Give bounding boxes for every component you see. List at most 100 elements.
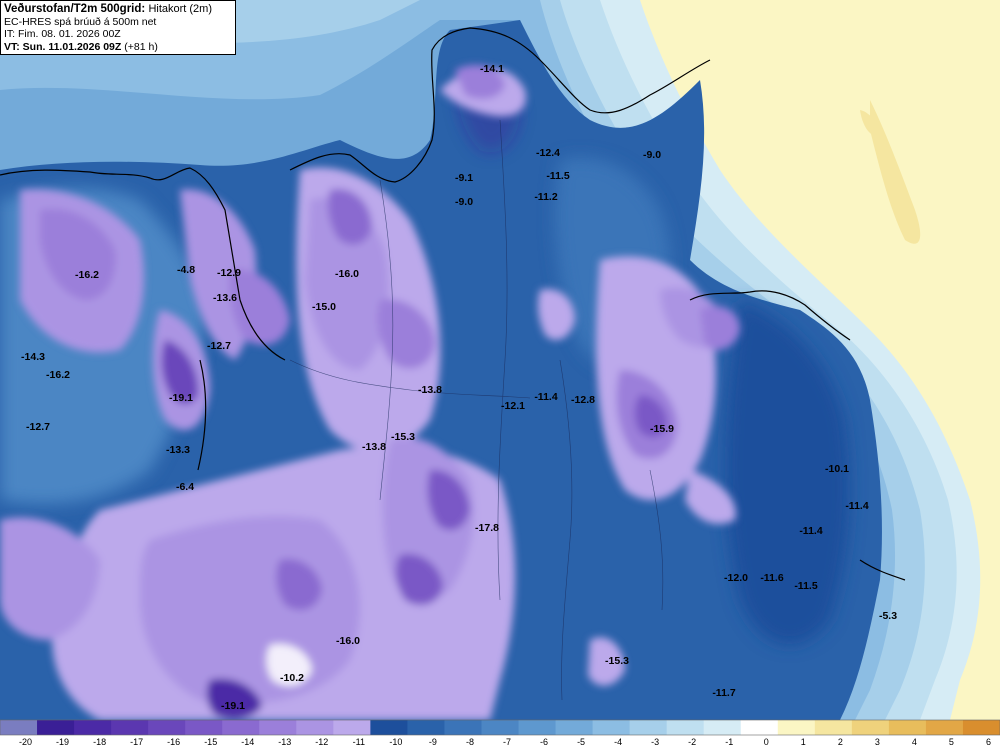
temperature-value-label: -12.7 <box>26 421 50 433</box>
colorbar-tick-label: -15 <box>204 737 217 747</box>
temperature-map: -20 -19 -18 -17 -16 -15 -14 -13 -12 -11 -10 -9 -8 -7-… <box>0 0 1000 747</box>
colorbar-tick-label: -5 <box>577 737 585 747</box>
temperature-value-label: -5.3 <box>879 610 897 622</box>
colorbar-swatch <box>444 720 482 735</box>
colorbar-swatch <box>296 720 334 735</box>
temperature-value-label: -11.7 <box>712 687 736 699</box>
colorbar-swatch <box>333 720 371 735</box>
temperature-value-label: -4.8 <box>177 264 195 276</box>
colorbar-tick-label: 1 <box>801 737 806 747</box>
temperature-value-label: -11.2 <box>534 191 558 203</box>
colorbar-tick-label: 3 <box>875 737 880 747</box>
colorbar-tick-label: -4 <box>614 737 622 747</box>
colorbar-swatch <box>481 720 520 735</box>
colorbar-swatch <box>555 720 594 735</box>
temperature-value-label: -15.9 <box>650 423 674 435</box>
temperature-value-label: -13.6 <box>213 292 237 304</box>
temperature-value-label: -16.2 <box>46 369 70 381</box>
colorbar-tick-label: 4 <box>912 737 917 747</box>
temperature-value-label: -14.3 <box>21 351 45 363</box>
colorbar-swatch <box>74 720 112 735</box>
temperature-value-label: -13.8 <box>362 441 386 453</box>
colorbar-tick-label: 6 <box>986 737 991 747</box>
temperature-value-label: -12.1 <box>501 400 525 412</box>
temperature-value-label: -13.3 <box>166 444 190 456</box>
temperature-value-label: -17.8 <box>475 522 499 534</box>
temperature-value-label: -15.0 <box>312 301 336 313</box>
colorbar-tick-label: -6 <box>540 737 548 747</box>
colorbar <box>0 719 1000 736</box>
temperature-value-label: -9.0 <box>643 149 661 161</box>
temperature-value-label: -14.1 <box>480 63 504 75</box>
forecast-hour: (+81 h) <box>124 40 158 53</box>
colorbar-tick-label: 5 <box>949 737 954 747</box>
temperature-value-label: -11.5 <box>546 170 570 182</box>
temperature-value-label: -12.8 <box>571 394 595 406</box>
model-line: EC-HRES spá brúuð á 500m net <box>4 15 157 28</box>
colorbar-swatch <box>111 720 149 735</box>
temperature-value-label: -9.1 <box>455 172 473 184</box>
colorbar-swatch <box>925 720 964 735</box>
colorbar-tick-label: -13 <box>278 737 291 747</box>
colorbar-swatch <box>777 720 816 735</box>
colorbar-tick-label: -16 <box>167 737 180 747</box>
colorbar-tick-label: -14 <box>241 737 254 747</box>
map-title-suffix: Hitakort (2m) <box>148 3 212 15</box>
colorbar-swatch <box>407 720 445 735</box>
temperature-value-label: -12.4 <box>536 147 560 159</box>
colorbar-tick-label: -9 <box>429 737 437 747</box>
colorbar-swatch <box>888 720 927 735</box>
colorbar-swatch <box>518 720 557 735</box>
init-time: IT: Fim. 08. 01. 2026 00Z <box>4 28 121 40</box>
weather-map-viewer: -20 -19 -18 -17 -16 -15 -14 -13 -12 -11 -10 -9 -8 -7-… <box>0 0 1000 748</box>
temperature-value-label: -15.3 <box>605 655 629 667</box>
temperature-value-label: -19.1 <box>221 700 245 712</box>
colorbar-tick-label: -19 <box>56 737 69 747</box>
valid-time: VT: Sun. 11.01.2026 09Z (+81 h) <box>4 41 232 54</box>
colorbar-tick-label: 2 <box>838 737 843 747</box>
colorbar-swatch <box>629 720 668 735</box>
map-title: Veðurstofan/T2m 500grid: Hitakort (2m) <box>4 3 232 16</box>
colorbar-ticks: -20 -19 -18 -17 -16 -15 -14 -13 -12 -11 -10 -9 -8 -7-… <box>19 737 991 747</box>
temperature-value-label: -13.8 <box>418 384 442 396</box>
temperature-value-label: -11.6 <box>760 572 784 584</box>
colorbar-swatch <box>666 720 705 735</box>
colorbar-swatch <box>148 720 186 735</box>
colorbar-tick-label: -11 <box>353 737 365 747</box>
colorbar-tick-label: -10 <box>389 737 402 747</box>
colorbar-swatch <box>0 720 38 735</box>
map-title-main: Veðurstofan/T2m 500grid: <box>4 3 146 15</box>
colorbar-swatch <box>259 720 297 735</box>
temperature-value-label: -6.4 <box>176 481 194 493</box>
temperature-value-label: -12.9 <box>217 267 241 279</box>
temperature-value-label: -12.0 <box>724 572 748 584</box>
colorbar-tick-label: 0 <box>764 737 769 747</box>
colorbar-swatch <box>703 720 742 735</box>
temperature-value-label: -15.3 <box>391 431 415 443</box>
temperature-value-label: -10.2 <box>280 672 304 684</box>
colorbar-tick-label: -12 <box>315 737 328 747</box>
colorbar-tick-label: -7 <box>503 737 511 747</box>
temperature-value-label: -11.4 <box>534 391 558 403</box>
colorbar-tick-label: -1 <box>725 737 733 747</box>
temperature-value-label: -16.0 <box>336 635 360 647</box>
temperature-value-label: -19.1 <box>169 392 193 404</box>
valid-time-main: VT: Sun. 11.01.2026 09Z <box>4 40 122 53</box>
colorbar-swatch <box>370 720 408 735</box>
colorbar-tick-label: -2 <box>688 737 696 747</box>
colorbar-swatch <box>962 720 1000 735</box>
colorbar-swatch <box>740 720 779 735</box>
temperature-value-label: -11.4 <box>799 525 823 537</box>
colorbar-tick-label: -8 <box>466 737 474 747</box>
temperature-value-label: -11.5 <box>794 580 818 592</box>
colorbar-swatch <box>814 720 853 735</box>
temperature-value-label: -16.2 <box>75 269 99 281</box>
temperature-value-label: -9.0 <box>455 196 473 208</box>
colorbar-swatch <box>592 720 631 735</box>
colorbar-tick-label: -17 <box>130 737 143 747</box>
temperature-value-label: -12.7 <box>207 340 231 352</box>
map-info-box: Veðurstofan/T2m 500grid: Hitakort (2m) E… <box>0 0 236 55</box>
colorbar-swatch <box>37 720 75 735</box>
colorbar-tick-label: -3 <box>651 737 659 747</box>
colorbar-swatch <box>185 720 223 735</box>
